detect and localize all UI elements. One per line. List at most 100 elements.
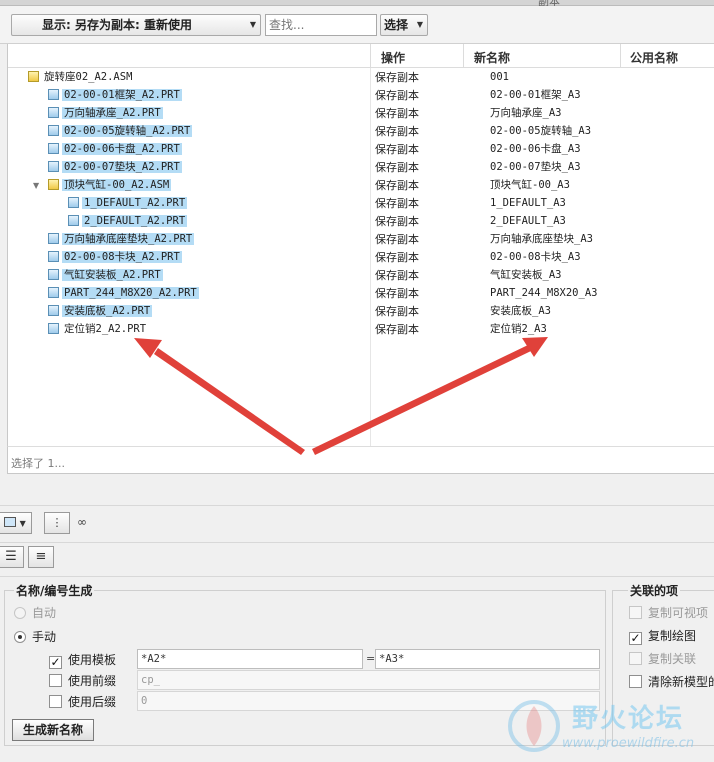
row-new-name[interactable]: 气缸安装板_A3: [490, 267, 561, 284]
watermark: 野火论坛 www.proewildfire.cn: [502, 692, 714, 758]
view-style-dropdown[interactable]: ▼: [0, 512, 32, 534]
use-prefix-checkbox[interactable]: 使用前缀: [49, 672, 116, 689]
part-icon: [48, 89, 59, 100]
use-template-label: 使用模板: [68, 653, 117, 667]
assembly-icon: [28, 71, 39, 82]
row-new-name[interactable]: 2_DEFAULT_A3: [490, 213, 566, 230]
table-row[interactable]: 02-00-08卡块_A2.PRT 保存副本 02-00-08卡块_A3: [8, 249, 714, 267]
prefix-input[interactable]: cp_: [137, 670, 600, 690]
table-row[interactable]: ▼ 顶块气缸-00_A2.ASM 保存副本 顶块气缸-00_A3: [8, 177, 714, 195]
column-header-operation[interactable]: 操作: [381, 49, 405, 66]
row-operation[interactable]: 保存副本: [375, 87, 419, 104]
row-name: 万向轴承座_A2.PRT: [62, 107, 163, 119]
row-name: 气缸安装板_A2.PRT: [62, 269, 163, 281]
template-to-input[interactable]: *A3*: [375, 649, 600, 669]
table-row[interactable]: 万向轴承座_A2.PRT 保存副本 万向轴承座_A3: [8, 105, 714, 123]
column-header-common-name[interactable]: 公用名称: [630, 49, 678, 66]
select-dropdown[interactable]: 选择 ▼: [380, 14, 428, 36]
template-from-input[interactable]: *A2*: [137, 649, 363, 669]
copy-drawings-label: 复制绘图: [648, 629, 697, 643]
row-name: 1_DEFAULT_A2.PRT: [82, 197, 188, 209]
row-new-name[interactable]: 02-00-05旋转轴_A3: [490, 123, 591, 140]
search-input[interactable]: [265, 14, 377, 36]
table-row[interactable]: 万向轴承底座垫块_A2.PRT 保存副本 万向轴承底座垫块_A3: [8, 231, 714, 249]
row-operation[interactable]: 保存副本: [375, 123, 419, 140]
row-name: 顶块气缸-00_A2.ASM: [62, 179, 172, 191]
row-name: 安装底板_A2.PRT: [62, 305, 153, 317]
equals-sign: =: [366, 652, 376, 665]
display-dropdown-label: 显示: 另存为副本: 重新使用: [42, 18, 192, 32]
display-dropdown[interactable]: 显示: 另存为副本: 重新使用 ▼: [11, 14, 261, 36]
use-suffix-label: 使用后缀: [68, 695, 117, 709]
row-operation[interactable]: 保存副本: [375, 177, 419, 194]
name-generation-title: 名称/编号生成: [14, 582, 95, 599]
selection-status: 选择了 1...: [11, 457, 65, 470]
table-row[interactable]: 02-00-07垫块_A2.PRT 保存副本 02-00-07垫块_A3: [8, 159, 714, 177]
copy-views-checkbox[interactable]: 复制可视项: [629, 604, 708, 621]
part-icon: [48, 125, 59, 136]
use-prefix-label: 使用前缀: [68, 674, 117, 688]
row-new-name[interactable]: 万向轴承底座垫块_A3: [490, 231, 593, 248]
row-new-name[interactable]: 定位销2_A3: [490, 321, 547, 338]
use-template-checkbox[interactable]: ✓ 使用模板: [49, 651, 116, 669]
list-view-button[interactable]: ≡: [28, 546, 54, 568]
row-operation[interactable]: 保存副本: [375, 321, 419, 338]
table-row[interactable]: 安装底板_A2.PRT 保存副本 安装底板_A3: [8, 303, 714, 321]
row-operation[interactable]: 保存副本: [375, 267, 419, 284]
manual-label: 手动: [32, 630, 57, 644]
row-name: PART_244_M8X20_A2.PRT: [62, 287, 199, 299]
checkmark-icon: ✓: [629, 631, 642, 645]
part-icon: [48, 143, 59, 154]
clear-new-model-checkbox[interactable]: 清除新模型的: [629, 673, 714, 690]
table-row[interactable]: 旋转座02_A2.ASM 保存副本 001: [8, 69, 714, 87]
row-new-name[interactable]: 02-00-06卡盘_A3: [490, 141, 581, 158]
row-operation[interactable]: 保存副本: [375, 141, 419, 158]
column-header-new-name[interactable]: 新名称: [474, 49, 510, 66]
manual-radio[interactable]: 手动: [14, 628, 56, 645]
watermark-logo-icon: [508, 700, 560, 752]
part-icon: [48, 323, 59, 334]
table-row[interactable]: 2_DEFAULT_A2.PRT 保存副本 2_DEFAULT_A3: [8, 213, 714, 231]
table-row[interactable]: 气缸安装板_A2.PRT 保存副本 气缸安装板_A3: [8, 267, 714, 285]
row-operation[interactable]: 保存副本: [375, 285, 419, 302]
row-new-name[interactable]: 001: [490, 69, 509, 86]
tree-view-button[interactable]: ⋮: [44, 512, 70, 534]
use-suffix-checkbox[interactable]: 使用后缀: [49, 693, 116, 710]
row-new-name[interactable]: 顶块气缸-00_A3: [490, 177, 570, 194]
auto-radio[interactable]: 自动: [14, 604, 56, 621]
table-row[interactable]: 1_DEFAULT_A2.PRT 保存副本 1_DEFAULT_A3: [8, 195, 714, 213]
glasses-icon[interactable]: ∞: [77, 515, 87, 529]
row-new-name[interactable]: 02-00-07垫块_A3: [490, 159, 581, 176]
row-operation[interactable]: 保存副本: [375, 303, 419, 320]
row-operation[interactable]: 保存副本: [375, 249, 419, 266]
collapse-triangle-icon[interactable]: ▼: [33, 181, 39, 190]
row-operation[interactable]: 保存副本: [375, 105, 419, 122]
row-new-name[interactable]: 02-00-01框架_A3: [490, 87, 581, 104]
row-new-name[interactable]: 1_DEFAULT_A3: [490, 195, 566, 212]
select-dropdown-label: 选择: [384, 18, 409, 32]
row-operation[interactable]: 保存副本: [375, 195, 419, 212]
row-new-name[interactable]: 02-00-08卡块_A3: [490, 249, 581, 266]
row-operation[interactable]: 保存副本: [375, 213, 419, 230]
row-new-name[interactable]: PART_244_M8X20_A3: [490, 285, 597, 302]
copy-drawings-checkbox[interactable]: ✓ 复制绘图: [629, 627, 696, 645]
row-new-name[interactable]: 万向轴承座_A3: [490, 105, 561, 122]
table-row[interactable]: 02-00-05旋转轴_A2.PRT 保存副本 02-00-05旋转轴_A3: [8, 123, 714, 141]
related-items-title: 关联的项: [628, 582, 681, 599]
list-dense-icon: ☰: [5, 549, 17, 564]
row-operation[interactable]: 保存副本: [375, 69, 419, 86]
chevron-down-icon: ▼: [19, 519, 26, 528]
table-row[interactable]: 02-00-01框架_A2.PRT 保存副本 02-00-01框架_A3: [8, 87, 714, 105]
table-row[interactable]: 定位销2_A2.PRT 保存副本 定位销2_A3: [8, 321, 714, 339]
row-operation[interactable]: 保存副本: [375, 231, 419, 248]
row-operation[interactable]: 保存副本: [375, 159, 419, 176]
toolbar: 显示: 另存为副本: 重新使用 ▼ 选择 ▼: [0, 6, 714, 44]
list-view-dense-button[interactable]: ☰: [0, 546, 24, 568]
copy-relations-checkbox[interactable]: 复制关联: [629, 650, 696, 667]
row-name: 万向轴承底座垫块_A2.PRT: [62, 233, 195, 245]
table-row[interactable]: 02-00-06卡盘_A2.PRT 保存副本 02-00-06卡盘_A3: [8, 141, 714, 159]
row-new-name[interactable]: 安装底板_A3: [490, 303, 551, 320]
watermark-url: www.proewildfire.cn: [562, 736, 695, 751]
table-row[interactable]: PART_244_M8X20_A2.PRT 保存副本 PART_244_M8X2…: [8, 285, 714, 303]
generate-new-name-button[interactable]: 生成新名称: [12, 719, 94, 741]
